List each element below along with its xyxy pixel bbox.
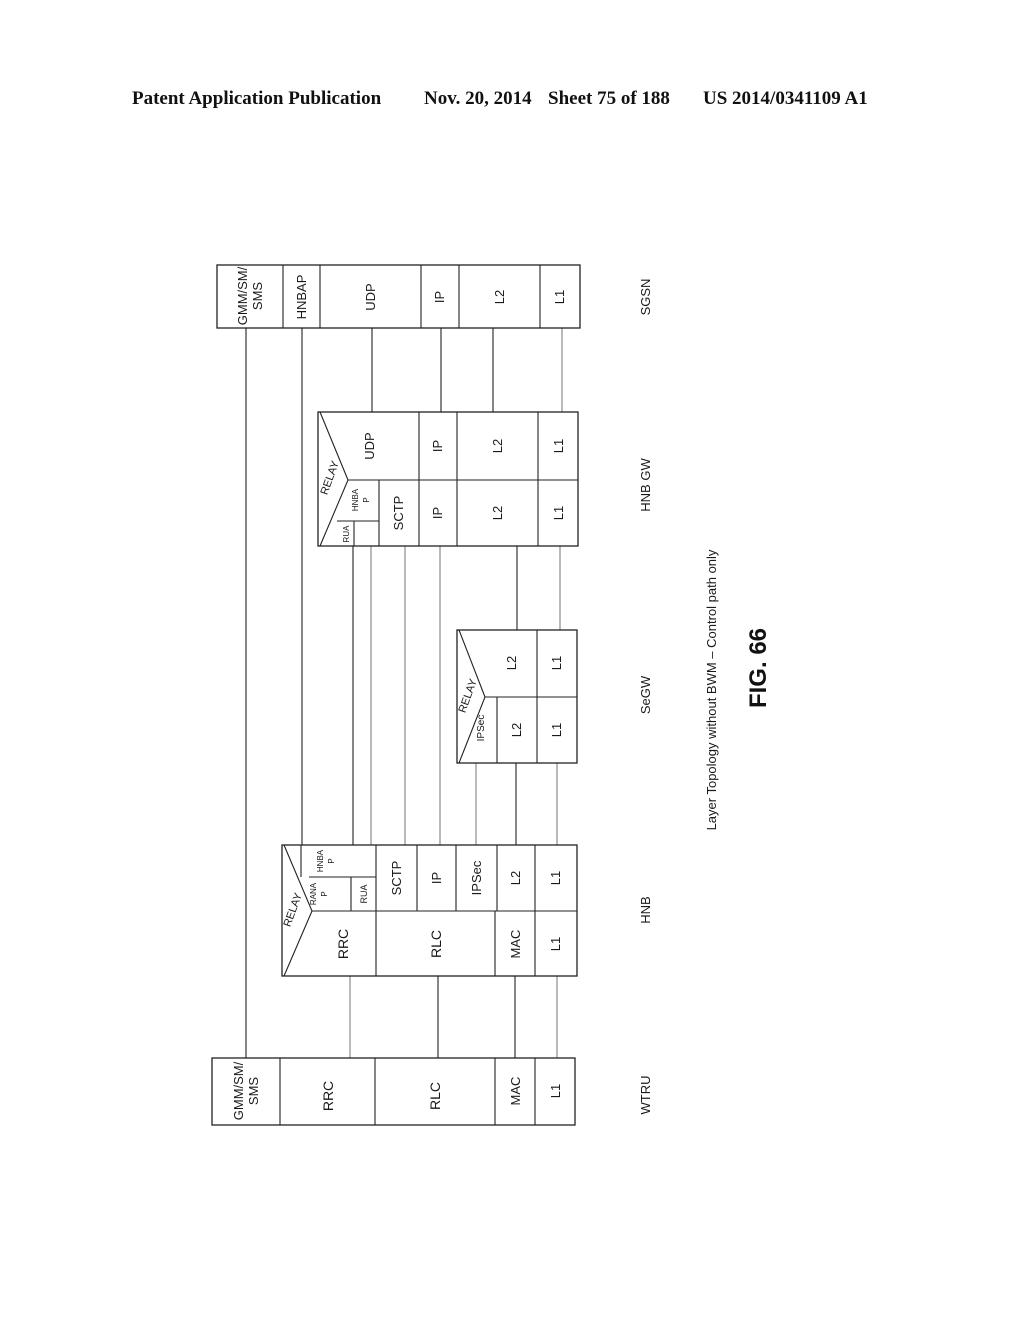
hnbgw-layer-udp: UDP [362, 432, 377, 459]
figure-label: FIG. 66 [745, 628, 772, 708]
node-label-wtru: WTRU [638, 1076, 653, 1115]
wtru-layer-mac: MAC [508, 1077, 523, 1106]
svg-text:P: P [327, 858, 336, 863]
hnbgw-layer-ip-right: IP [430, 440, 445, 452]
svg-text:SMS: SMS [250, 282, 265, 311]
node-label-sgsn: SGSN [638, 279, 653, 316]
segw-stack: RELAY IPSec L2 L1 L2 L1 [456, 629, 578, 764]
svg-text:GMM/SM/: GMM/SM/ [231, 1061, 246, 1120]
svg-text:SMS: SMS [246, 1077, 261, 1106]
node-labels: WTRU HNB SeGW HNB GW SGSN [638, 279, 653, 1115]
hnbgw-layer-rua: RUA [342, 525, 351, 543]
hnb-layer-mac: MAC [508, 930, 523, 959]
hnb-layer-l1-network: L1 [548, 871, 563, 885]
hnb-layer-rlc: RLC [428, 930, 444, 958]
hnbgw-layer-l1-right: L1 [551, 439, 566, 453]
node-label-hnb: HNB [638, 896, 653, 923]
sgsn-layer-l2: L2 [492, 290, 507, 304]
hnb-stack: RELAY HNBA P RANA P RUA SCTP IP IPSec L2… [281, 844, 578, 977]
wtru-layer-rlc: RLC [427, 1082, 443, 1110]
svg-text:RANA: RANA [309, 882, 318, 905]
layer-topology-diagram: GMM/SM/ SMS RRC RLC MAC L1 RELAY HNBA P [211, 264, 772, 1126]
svg-text:HNBA: HNBA [351, 488, 360, 511]
hnb-layer-ipsec: IPSec [469, 860, 484, 895]
svg-text:P: P [320, 891, 329, 896]
node-label-segw: SeGW [638, 675, 653, 714]
hnbgw-layer-l2-left: L2 [490, 506, 505, 520]
hnb-layer-sctp: SCTP [389, 861, 404, 896]
node-label-hnbgw: HNB GW [638, 458, 653, 512]
segw-layer-ipsec: IPSec [476, 715, 487, 742]
hnbgw-layer-l2-right: L2 [490, 439, 505, 453]
hnb-layer-rua: RUA [359, 884, 369, 903]
hnb-layer-ip: IP [429, 872, 444, 884]
hnb-layer-rrc: RRC [335, 929, 351, 959]
wtru-layer-l1: L1 [548, 1084, 563, 1098]
hnbgw-stack: RELAY RUA HNBA P SCTP IP L2 L1 UDP IP L2… [317, 411, 579, 547]
sgsn-stack: GMM/SM/ SMS HNBAP UDP IP L2 L1 [216, 264, 581, 329]
segw-layer-l2-left: L2 [509, 723, 524, 737]
hnb-layer-l2: L2 [508, 871, 523, 885]
hnb-layer-l1-radio: L1 [548, 937, 563, 951]
svg-text:HNBA: HNBA [316, 849, 325, 872]
sgsn-layer-hnbap: HNBAP [294, 275, 309, 320]
hnbgw-layer-ip-left: IP [430, 507, 445, 519]
wtru-stack: GMM/SM/ SMS RRC RLC MAC L1 [211, 1057, 576, 1126]
segw-layer-l1-left: L1 [549, 723, 564, 737]
svg-text:GMM/SM/: GMM/SM/ [235, 266, 250, 325]
figure-caption: Layer Topology without BWM – Control pat… [704, 549, 719, 830]
sgsn-layer-ip: IP [432, 291, 447, 303]
hnbgw-layer-l1-left: L1 [551, 506, 566, 520]
hnbgw-layer-sctp: SCTP [391, 496, 406, 531]
segw-layer-l2-right: L2 [504, 656, 519, 670]
wtru-layer-rrc: RRC [320, 1081, 336, 1111]
segw-layer-l1-right: L1 [549, 656, 564, 670]
sgsn-layer-l1: L1 [552, 290, 567, 304]
sgsn-layer-udp: UDP [363, 283, 378, 310]
svg-text:P: P [362, 497, 371, 502]
